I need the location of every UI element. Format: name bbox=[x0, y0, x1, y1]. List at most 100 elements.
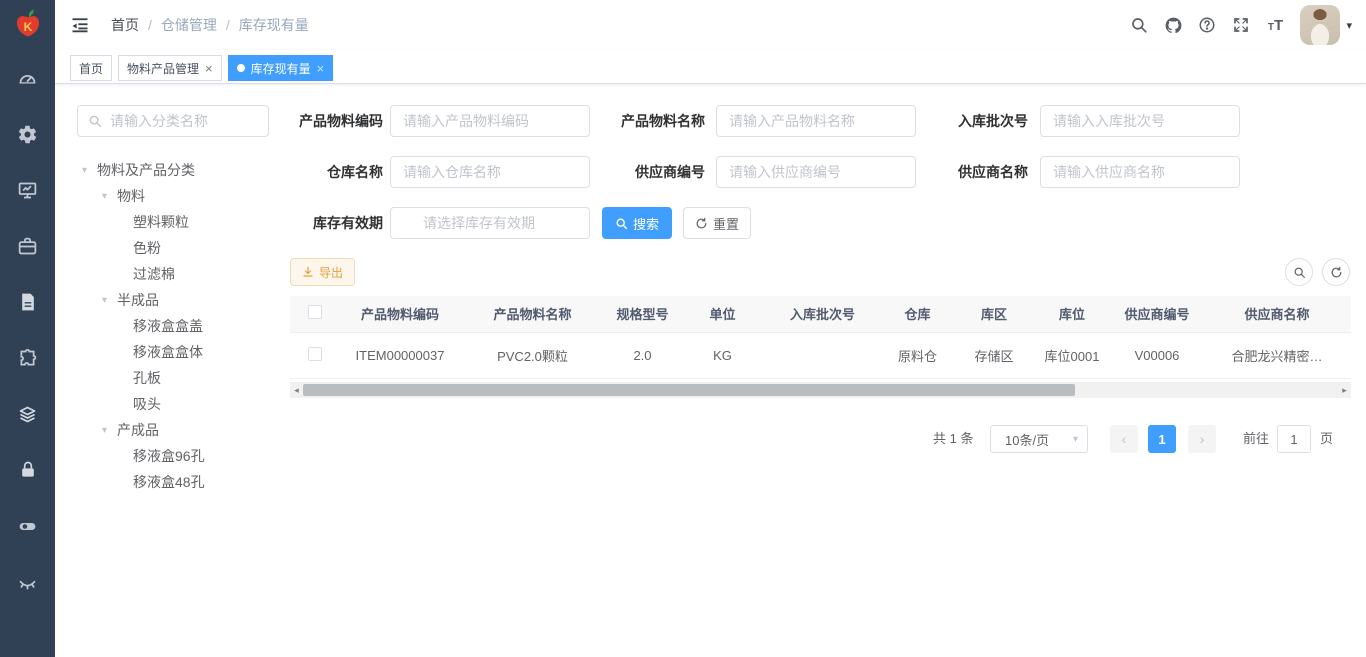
monitor-chart-icon[interactable] bbox=[0, 178, 55, 202]
toggle-icon[interactable] bbox=[0, 514, 55, 538]
tree-node-plastic-pellet[interactable]: 塑料颗粒 bbox=[75, 209, 280, 235]
tab-stock-on-hand[interactable]: 库存现有量 × bbox=[228, 55, 334, 81]
cell-spec: 2.0 bbox=[605, 332, 680, 378]
tree-node-box-lid[interactable]: 移液盒盒盖 bbox=[75, 313, 280, 339]
tree-node-label: 移液盒48孔 bbox=[133, 472, 205, 492]
tree-node-finished[interactable]: ▾产成品 bbox=[75, 417, 280, 443]
lock-icon[interactable] bbox=[0, 458, 55, 482]
field-label-expiry-date: 库存有效期 bbox=[271, 207, 383, 239]
settings-gear-icon[interactable] bbox=[0, 122, 55, 146]
cell-batch bbox=[765, 332, 880, 378]
tree-node-root[interactable]: ▾物料及产品分类 bbox=[75, 157, 280, 183]
category-search-input[interactable] bbox=[110, 113, 250, 129]
tree-node-pigment[interactable]: 色粉 bbox=[75, 235, 280, 261]
tree-node-box-48[interactable]: 移液盒48孔 bbox=[75, 469, 280, 495]
supplier-name-input[interactable] bbox=[1040, 156, 1240, 188]
caret-down-icon: ▾ bbox=[1073, 434, 1078, 445]
document-icon[interactable] bbox=[0, 290, 55, 314]
table-row[interactable]: ITEM00000037 PVC2.0颗粒 2.0 KG 原料仓 存储区 库位0… bbox=[290, 332, 1351, 378]
batch-no-input[interactable] bbox=[1040, 105, 1240, 137]
tree-node-label: 孔板 bbox=[133, 368, 161, 388]
caret-down-icon[interactable]: ▾ bbox=[102, 191, 117, 202]
app-sidebar: K bbox=[0, 0, 55, 657]
caret-down-icon[interactable]: ▾ bbox=[82, 165, 97, 176]
scroll-left-arrow[interactable]: ◂ bbox=[290, 382, 303, 398]
tree-node-label: 移液盒盒体 bbox=[133, 342, 203, 362]
tab-label: 首页 bbox=[79, 60, 103, 77]
layers-icon[interactable] bbox=[0, 402, 55, 426]
prev-page-button[interactable]: ‹ bbox=[1110, 425, 1138, 453]
field-label-warehouse-name: 仓库名称 bbox=[271, 156, 383, 188]
caret-down-icon[interactable]: ▾ bbox=[102, 295, 117, 306]
col-header: 产品物料编码 bbox=[340, 296, 460, 332]
breadcrumb-item-current: 库存现有量 bbox=[239, 15, 309, 35]
tab-material-product[interactable]: 物料产品管理 × bbox=[118, 55, 222, 81]
col-header: 库位 bbox=[1033, 296, 1111, 332]
caret-down-icon[interactable]: ▾ bbox=[1346, 19, 1356, 32]
tab-home[interactable]: 首页 bbox=[70, 55, 112, 81]
product-name-input[interactable] bbox=[716, 105, 916, 137]
caret-down-icon[interactable]: ▾ bbox=[102, 425, 117, 436]
toggle-search-button[interactable] bbox=[1285, 258, 1313, 286]
scrollbar-thumb[interactable] bbox=[303, 384, 1075, 396]
tree-node-label: 塑料颗粒 bbox=[133, 212, 189, 232]
category-tree: ▾物料及产品分类 ▾物料 塑料颗粒 色粉 过滤棉 ▾半成品 移液盒盒盖 移液盒盒… bbox=[75, 157, 280, 495]
scroll-right-arrow[interactable]: ▸ bbox=[1338, 382, 1351, 398]
tree-node-tip[interactable]: 吸头 bbox=[75, 391, 280, 417]
product-code-input[interactable] bbox=[390, 105, 590, 137]
breadcrumb-item-home[interactable]: 首页 bbox=[111, 15, 139, 35]
tree-node-semi-finished[interactable]: ▾半成品 bbox=[75, 287, 280, 313]
next-page-button[interactable]: › bbox=[1188, 425, 1216, 453]
tree-node-box-body[interactable]: 移液盒盒体 bbox=[75, 339, 280, 365]
top-header: 首页 / 仓储管理 / 库存现有量 TT ▾ bbox=[55, 0, 1366, 50]
app-logo-icon[interactable]: K bbox=[8, 5, 48, 45]
tree-node-label: 过滤棉 bbox=[133, 264, 175, 284]
close-icon[interactable]: × bbox=[317, 62, 325, 75]
page-size-select[interactable]: 10条/页 ▾ bbox=[990, 425, 1088, 453]
font-size-icon[interactable]: TT bbox=[1258, 0, 1292, 50]
warehouse-name-input[interactable] bbox=[390, 156, 590, 188]
breadcrumb: 首页 / 仓储管理 / 库存现有量 bbox=[111, 0, 309, 50]
goto-page-input[interactable] bbox=[1277, 425, 1311, 453]
tree-node-well-plate[interactable]: 孔板 bbox=[75, 365, 280, 391]
search-icon[interactable] bbox=[1122, 0, 1156, 50]
tree-node-label: 产成品 bbox=[117, 420, 159, 440]
reset-button-label: 重置 bbox=[713, 214, 739, 233]
tree-node-box-96[interactable]: 移液盒96孔 bbox=[75, 443, 280, 469]
tree-node-filter-cotton[interactable]: 过滤棉 bbox=[75, 261, 280, 287]
reset-button[interactable]: 重置 bbox=[683, 207, 751, 239]
col-header: 产品物料名称 bbox=[460, 296, 605, 332]
supplier-code-input[interactable] bbox=[716, 156, 916, 188]
help-icon[interactable] bbox=[1190, 0, 1224, 50]
row-checkbox[interactable] bbox=[308, 347, 322, 361]
cell-unit: KG bbox=[680, 332, 765, 378]
export-button-label: 导出 bbox=[319, 264, 343, 281]
header-actions: TT ▾ bbox=[1122, 0, 1356, 50]
select-all-checkbox[interactable] bbox=[308, 305, 322, 319]
refresh-table-button[interactable] bbox=[1322, 258, 1350, 286]
table-horizontal-scrollbar: ◂ ▸ bbox=[290, 382, 1351, 398]
toolbox-icon[interactable] bbox=[0, 234, 55, 258]
inventory-table: 产品物料编码 产品物料名称 规格型号 单位 入库批次号 仓库 库区 库位 供应商… bbox=[290, 296, 1351, 379]
puzzle-icon[interactable] bbox=[0, 346, 55, 370]
eye-closed-icon[interactable] bbox=[0, 570, 55, 594]
cell-supplier-name: 合肥龙兴精密… bbox=[1203, 332, 1351, 378]
breadcrumb-separator: / bbox=[226, 17, 230, 33]
export-button[interactable]: 导出 bbox=[290, 258, 355, 286]
github-icon[interactable] bbox=[1156, 0, 1190, 50]
user-avatar[interactable] bbox=[1300, 5, 1340, 45]
dashboard-icon[interactable] bbox=[0, 66, 55, 90]
menu-fold-icon[interactable] bbox=[70, 15, 90, 35]
close-icon[interactable]: × bbox=[205, 62, 213, 75]
tree-node-material[interactable]: ▾物料 bbox=[75, 183, 280, 209]
cell-product-name: PVC2.0颗粒 bbox=[460, 332, 605, 378]
search-button[interactable]: 搜索 bbox=[602, 207, 672, 239]
tree-node-label: 色粉 bbox=[133, 238, 161, 258]
fullscreen-icon[interactable] bbox=[1224, 0, 1258, 50]
page-number-1[interactable]: 1 bbox=[1148, 425, 1176, 453]
tree-node-label: 半成品 bbox=[117, 290, 159, 310]
expiry-date-input[interactable] bbox=[390, 207, 590, 239]
cell-warehouse: 原料仓 bbox=[880, 332, 955, 378]
cell-product-code: ITEM00000037 bbox=[340, 332, 460, 378]
col-header: 库区 bbox=[955, 296, 1033, 332]
